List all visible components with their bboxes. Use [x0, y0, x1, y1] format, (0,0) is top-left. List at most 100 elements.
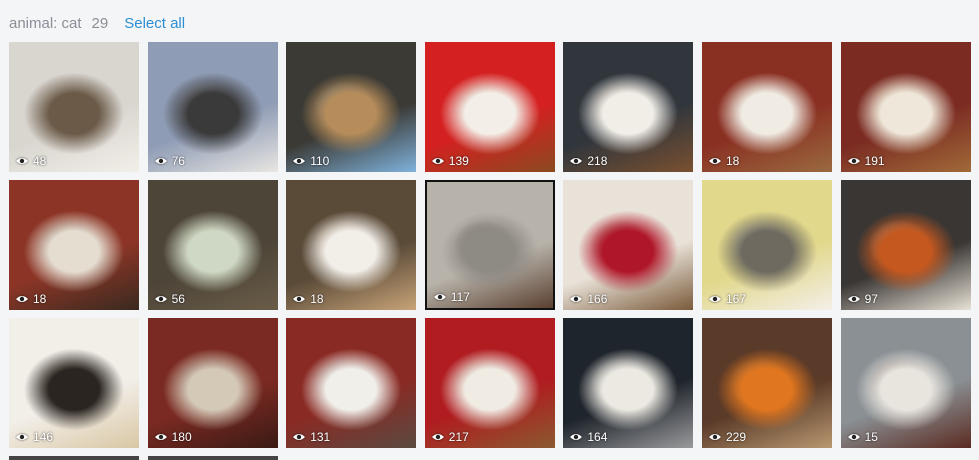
view-count-number: 18	[33, 292, 47, 306]
eye-icon	[293, 158, 306, 164]
view-count-number: 146	[33, 430, 54, 444]
photo-thumbnail	[9, 318, 139, 448]
image-tile[interactable]: 48	[9, 42, 139, 172]
photo-thumbnail	[563, 42, 694, 172]
view-count: 110	[292, 154, 329, 168]
image-tile[interactable]: 191	[840, 42, 971, 172]
photo-thumbnail	[701, 318, 832, 448]
eye-icon	[847, 434, 860, 440]
photo-thumbnail	[424, 318, 555, 448]
image-tile[interactable]: 56	[147, 180, 278, 310]
view-count-number: 164	[587, 430, 608, 444]
filter-header: animal: cat 29 Select all	[9, 15, 185, 37]
view-count-number: 18	[725, 154, 740, 168]
image-tile[interactable]: 139	[424, 42, 555, 172]
photo-thumbnail	[9, 180, 139, 310]
view-count: 146	[15, 430, 53, 444]
photo-thumbnail	[147, 180, 278, 310]
photo-thumbnail	[147, 42, 278, 172]
photo-thumbnail	[286, 42, 417, 172]
eye-icon	[708, 434, 721, 440]
image-tile[interactable]: 18	[286, 180, 417, 310]
view-count: 166	[569, 292, 607, 306]
eye-icon	[154, 434, 167, 440]
view-count: 76	[154, 154, 185, 168]
eye-icon	[847, 158, 860, 164]
eye-icon	[431, 434, 444, 440]
partial-tile[interactable]	[147, 456, 278, 460]
eye-icon	[570, 434, 583, 440]
view-count-number: 217	[448, 430, 469, 444]
image-tile[interactable]: 218	[563, 42, 694, 172]
photo-thumbnail	[286, 180, 417, 310]
select-all-link[interactable]: Select all	[124, 15, 185, 32]
view-count: 18	[292, 292, 324, 306]
view-count-number: 48	[33, 154, 47, 168]
view-count: 167	[708, 292, 746, 306]
view-count: 218	[569, 154, 607, 168]
result-count: 29	[91, 15, 109, 32]
image-tile[interactable]: 76	[147, 42, 278, 172]
eye-icon	[293, 296, 306, 302]
photo-thumbnail	[9, 42, 139, 172]
image-tile[interactable]: 97	[840, 180, 971, 310]
image-tile[interactable]: 131	[286, 318, 417, 448]
image-tile[interactable]: 110	[286, 42, 417, 172]
view-count-number: 97	[864, 292, 878, 306]
eye-icon	[431, 158, 444, 164]
view-count-number: 180	[171, 430, 192, 444]
eye-icon	[708, 158, 721, 164]
next-row-partial	[9, 456, 278, 460]
eye-icon	[708, 296, 721, 302]
photo-thumbnail	[147, 318, 278, 448]
eye-icon	[16, 296, 28, 302]
view-count-number: 229	[725, 430, 746, 444]
view-count-number: 76	[171, 154, 185, 168]
image-grid: 48 76 110 139 218 18 191 18 56 18 117 166 167 97 146 18…	[9, 42, 971, 448]
photo-thumbnail	[701, 42, 832, 172]
view-count: 15	[847, 430, 878, 444]
image-tile[interactable]: 117	[424, 180, 555, 310]
eye-icon	[154, 158, 167, 164]
view-count: 164	[569, 430, 607, 444]
image-tile[interactable]: 217	[424, 318, 555, 448]
image-tile[interactable]: 180	[147, 318, 278, 448]
image-tile[interactable]: 15	[840, 318, 971, 448]
photo-thumbnail	[701, 180, 832, 310]
image-tile[interactable]: 166	[563, 180, 694, 310]
image-tile[interactable]: 229	[701, 318, 832, 448]
view-count: 229	[708, 430, 746, 444]
partial-tile[interactable]	[9, 456, 139, 460]
photo-thumbnail	[563, 318, 694, 448]
view-count: 139	[431, 154, 469, 168]
view-count: 217	[431, 430, 469, 444]
eye-icon	[847, 296, 860, 302]
image-tile[interactable]: 18	[9, 180, 139, 310]
photo-thumbnail	[840, 42, 971, 172]
view-count-number: 139	[448, 154, 469, 168]
photo-thumbnail	[840, 180, 971, 310]
view-count: 97	[847, 292, 878, 306]
photo-thumbnail	[424, 42, 555, 172]
image-tile[interactable]: 18	[701, 42, 832, 172]
view-count: 56	[154, 292, 185, 306]
image-tile[interactable]: 146	[9, 318, 139, 448]
view-count-number: 18	[310, 292, 324, 306]
view-count: 131	[292, 430, 330, 444]
view-count: 48	[15, 154, 46, 168]
view-count-number: 166	[587, 292, 608, 306]
photo-thumbnail	[286, 318, 417, 448]
eye-icon	[570, 296, 583, 302]
view-count-number: 15	[864, 430, 878, 444]
eye-icon	[16, 158, 28, 164]
photo-thumbnail	[563, 180, 694, 310]
eye-icon	[154, 296, 167, 302]
view-count: 180	[154, 430, 192, 444]
photo-thumbnail	[840, 318, 971, 448]
view-count: 191	[847, 154, 885, 168]
eye-icon	[570, 158, 583, 164]
eye-icon	[16, 434, 28, 440]
view-count-number: 110	[310, 154, 330, 168]
image-tile[interactable]: 167	[701, 180, 832, 310]
image-tile[interactable]: 164	[563, 318, 694, 448]
